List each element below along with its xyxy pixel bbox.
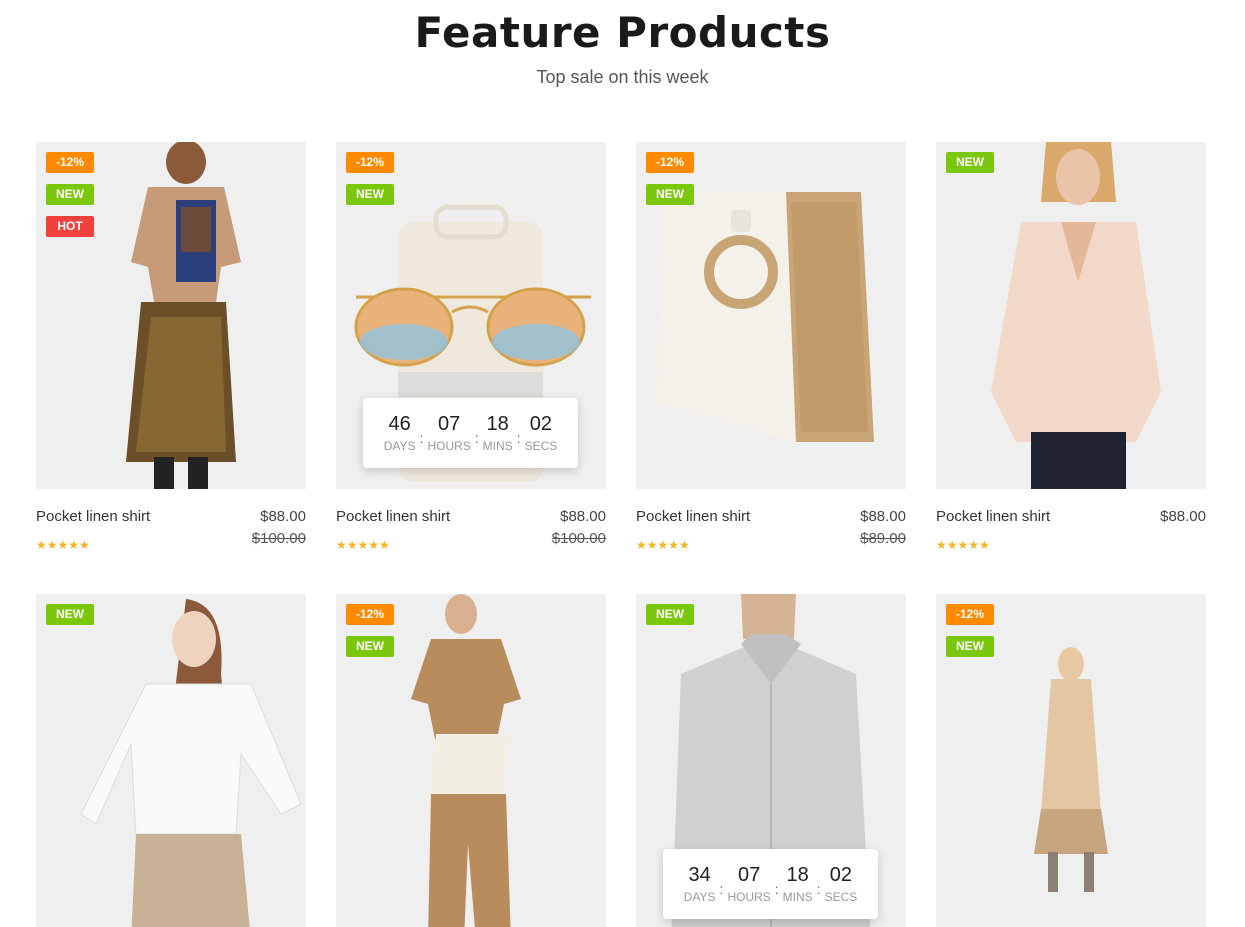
badge-group: -12% NEW: [646, 152, 694, 205]
product-image[interactable]: -12% NEW 46 DAYS : 07 HOURS : 18 MINS : …: [336, 142, 606, 489]
countdown-days: 46 DAYS: [383, 413, 416, 453]
section-title: Feature Products: [414, 8, 831, 57]
product-card[interactable]: NEW Pocket linen shirt $88.00 ★★★★★: [936, 142, 1206, 568]
rating-stars: ★★★★★: [36, 538, 90, 552]
countdown-mins: 18 MINS: [482, 413, 513, 453]
countdown-secs: 02 SECS: [824, 864, 858, 904]
product-info: Pocket linen shirt $88.00 $100.00 ★★★★★: [36, 508, 306, 568]
product-photo-woman-white-top: [80, 599, 302, 927]
discount-badge: -12%: [46, 152, 94, 173]
product-old-price: $89.00: [860, 530, 906, 547]
product-card[interactable]: NEW 34 DAYS : 07 HOURS : 18 MINS : 02 SE…: [636, 594, 906, 927]
rating-stars: ★★★★★: [636, 538, 690, 552]
discount-badge: -12%: [646, 152, 694, 173]
new-badge: NEW: [46, 604, 94, 625]
rating-stars: ★★★★★: [936, 538, 990, 552]
product-card[interactable]: NEW: [36, 594, 306, 927]
product-image[interactable]: NEW: [36, 594, 306, 927]
badge-group: -12% NEW: [946, 604, 994, 657]
product-old-price: $100.00: [251, 530, 306, 547]
product-image[interactable]: -12% NEW: [336, 594, 606, 927]
new-badge: NEW: [646, 604, 694, 625]
badge-group: NEW: [46, 604, 94, 625]
product-name[interactable]: Pocket linen shirt: [936, 508, 1050, 525]
product-card[interactable]: -12% NEW Pocket linen shirt $88.00 $89.0…: [636, 142, 906, 568]
badge-group: -12% NEW: [346, 152, 394, 205]
product-card[interactable]: -12% NEW HOT Pocket linen shirt $88.00 $…: [36, 142, 306, 568]
product-card[interactable]: -12% NEW: [936, 594, 1206, 927]
countdown-days: 34 DAYS: [683, 864, 716, 904]
countdown-hours: 07 HOURS: [427, 413, 471, 453]
countdown-hours: 07 HOURS: [727, 864, 771, 904]
new-badge: NEW: [346, 636, 394, 657]
product-price: $88.00: [1160, 508, 1206, 525]
product-card[interactable]: -12% NEW 46 DAYS : 07 HOURS : 18 MINS : …: [336, 142, 606, 568]
badge-group: -12% NEW: [346, 604, 394, 657]
product-price: $88.00: [860, 508, 906, 525]
badge-group: NEW: [646, 604, 694, 625]
new-badge: NEW: [646, 184, 694, 205]
discount-badge: -12%: [346, 152, 394, 173]
sale-countdown: 34 DAYS : 07 HOURS : 18 MINS : 02 SECS: [663, 849, 878, 919]
countdown-secs: 02 SECS: [524, 413, 558, 453]
product-image[interactable]: NEW 34 DAYS : 07 HOURS : 18 MINS : 02 SE…: [636, 594, 906, 927]
new-badge: NEW: [46, 184, 94, 205]
product-image[interactable]: -12% NEW: [636, 142, 906, 489]
product-image[interactable]: -12% NEW HOT: [36, 142, 306, 489]
badge-group: NEW: [946, 152, 994, 173]
new-badge: NEW: [946, 152, 994, 173]
product-name[interactable]: Pocket linen shirt: [36, 508, 150, 525]
product-image[interactable]: -12% NEW: [936, 594, 1206, 927]
discount-badge: -12%: [946, 604, 994, 625]
product-image[interactable]: NEW: [936, 142, 1206, 489]
product-photo-woman-blouse: [991, 142, 1161, 489]
product-info: Pocket linen shirt $88.00 $89.00 ★★★★★: [636, 508, 906, 568]
badge-group: -12% NEW HOT: [46, 152, 94, 237]
new-badge: NEW: [946, 636, 994, 657]
sale-countdown: 46 DAYS : 07 HOURS : 18 MINS : 02 SECS: [363, 398, 578, 468]
countdown-mins: 18 MINS: [782, 864, 813, 904]
product-name[interactable]: Pocket linen shirt: [336, 508, 450, 525]
section-subtitle: Top sale on this week: [536, 67, 709, 87]
product-card[interactable]: -12% NEW: [336, 594, 606, 927]
product-price: $88.00: [560, 508, 606, 525]
discount-badge: -12%: [346, 604, 394, 625]
product-price: $88.00: [260, 508, 306, 525]
product-name[interactable]: Pocket linen shirt: [636, 508, 750, 525]
product-old-price: $100.00: [551, 530, 606, 547]
product-info: Pocket linen shirt $88.00 ★★★★★: [936, 508, 1206, 568]
rating-stars: ★★★★★: [336, 538, 390, 552]
hot-badge: HOT: [46, 216, 94, 237]
product-info: Pocket linen shirt $88.00 $100.00 ★★★★★: [336, 508, 606, 568]
new-badge: NEW: [346, 184, 394, 205]
